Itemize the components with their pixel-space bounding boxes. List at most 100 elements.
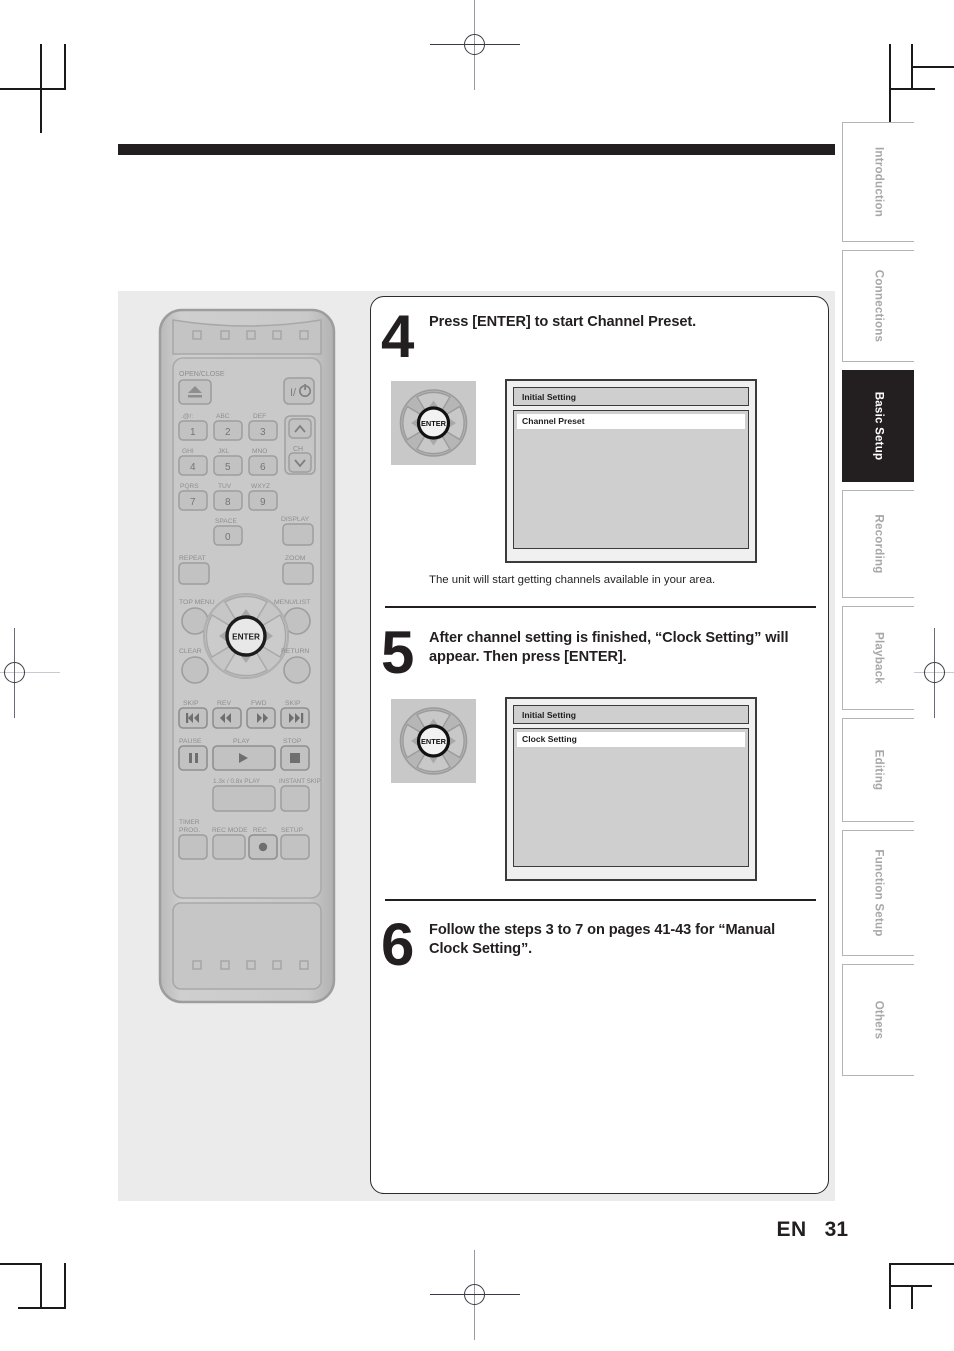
svg-text:TOP MENU: TOP MENU [179, 599, 215, 606]
svg-text:4: 4 [190, 462, 196, 473]
sidebar-item-basic-setup[interactable]: Basic Setup [842, 370, 914, 482]
step-6-number: 6 [381, 911, 414, 978]
svg-text:5: 5 [225, 462, 231, 473]
language-code: EN [776, 1218, 807, 1241]
registration-mark-left [0, 628, 60, 718]
crop-mark-bottom-left-h [0, 1263, 42, 1265]
svg-text:ENTER: ENTER [421, 737, 447, 746]
sidebar-item-recording[interactable]: Recording [842, 490, 914, 598]
step-4-osd-title: Initial Setting [513, 387, 749, 406]
step-4-title: Press [ENTER] to start Channel Preset. [429, 314, 697, 330]
svg-text:9: 9 [260, 497, 266, 508]
step-4-number: 4 [381, 303, 414, 370]
sidebar-item-label: Connections [872, 269, 885, 343]
page-header-rule [118, 144, 835, 155]
crop-mark-bottom-left-v2 [64, 1263, 66, 1309]
step-4-dpad-enter-icon: ENTER [391, 381, 476, 465]
svg-text:0: 0 [225, 532, 231, 543]
step-6-title: Follow the steps 3 to 7 on pages 41-43 f… [429, 922, 776, 957]
svg-text:ZOOM: ZOOM [285, 555, 306, 562]
step-5-osd-selected-row[interactable]: Clock Setting [517, 732, 745, 747]
sidebar-item-playback[interactable]: Playback [842, 606, 914, 710]
svg-text:REV: REV [217, 700, 231, 707]
sidebar-item-others[interactable]: Others [842, 964, 914, 1076]
registration-mark-top [430, 0, 520, 90]
svg-text:I/: I/ [290, 387, 297, 399]
crop-mark-top-left-v [64, 44, 66, 90]
step-5-osd-screen: Initial Setting Clock Setting [505, 697, 757, 881]
page-number: 31 [824, 1218, 848, 1241]
sidebar-item-label: Playback [872, 632, 885, 684]
svg-text:DISPLAY: DISPLAY [281, 516, 310, 523]
step-5-osd-body: Clock Setting [513, 728, 749, 867]
sidebar-item-label: Recording [872, 514, 885, 574]
svg-text:1.3x / 0.8x PLAY: 1.3x / 0.8x PLAY [213, 778, 261, 785]
svg-text:FWD: FWD [251, 700, 267, 707]
remote-control-illustration: OPEN/CLOSE I/ .@/: ABC DEF 1 2 3 CH GHI … [157, 306, 337, 1011]
sidebar-item-editing[interactable]: Editing [842, 718, 914, 822]
svg-text:3: 3 [260, 427, 266, 438]
step-5-dpad-enter-icon: ENTER [391, 699, 476, 783]
svg-text:REC MODE: REC MODE [212, 827, 248, 834]
svg-text:CLEAR: CLEAR [179, 648, 202, 655]
sidebar-item-label: Others [872, 1000, 885, 1040]
step-5-number: 5 [381, 619, 414, 686]
crop-mark-bottom-left-v [40, 1263, 42, 1309]
sidebar-item-connections[interactable]: Connections [842, 250, 914, 362]
svg-text:CH: CH [293, 446, 303, 453]
svg-text:JKL: JKL [218, 448, 230, 455]
svg-text:RETURN: RETURN [281, 648, 309, 655]
svg-text:ENTER: ENTER [232, 633, 260, 642]
steps-card: 4 Press [ENTER] to start Channel Preset.… [370, 296, 829, 1194]
sidebar-item-label: Basic Setup [872, 391, 885, 461]
svg-text:INSTANT SKIP: INSTANT SKIP [279, 778, 321, 785]
svg-text:SKIP: SKIP [285, 700, 301, 707]
crop-mark-bottom-right-h2 [889, 1285, 932, 1287]
svg-text:1: 1 [190, 427, 196, 438]
svg-text:REPEAT: REPEAT [179, 555, 206, 562]
step-divider-2 [385, 899, 816, 901]
page-footer: EN 31 [0, 1218, 848, 1242]
crop-mark-bottom-right-v2 [911, 1285, 913, 1309]
svg-text:REC: REC [253, 827, 267, 834]
svg-text:PQRS: PQRS [180, 483, 199, 490]
svg-text:DEF: DEF [253, 413, 266, 420]
svg-text:ABC: ABC [216, 413, 230, 420]
svg-text:MNO: MNO [252, 448, 267, 455]
step-5-osd-title: Initial Setting [513, 705, 749, 724]
svg-text:SPACE: SPACE [215, 518, 237, 525]
svg-text:GHI: GHI [182, 448, 194, 455]
svg-text:SETUP: SETUP [281, 827, 304, 834]
crop-mark-top-right-h2 [911, 66, 954, 68]
svg-text:STOP: STOP [283, 738, 302, 745]
svg-text:7: 7 [190, 497, 196, 508]
sidebar-item-label: Function Setup [872, 849, 885, 937]
svg-text:PROG.: PROG. [179, 827, 200, 834]
step-5-title: After channel setting is finished, “Cloc… [429, 630, 789, 665]
sidebar-item-label: Editing [872, 749, 885, 791]
registration-mark-bottom [430, 1250, 520, 1340]
svg-text:.@/:: .@/: [181, 413, 193, 420]
step-4-osd-body: Channel Preset [513, 410, 749, 549]
svg-text:6: 6 [260, 462, 266, 473]
svg-text:SKIP: SKIP [183, 700, 199, 707]
sidebar-item-introduction[interactable]: Introduction [842, 122, 914, 242]
registration-mark-right [890, 628, 954, 718]
svg-text:TIMER: TIMER [179, 819, 200, 826]
step-divider-1 [385, 606, 816, 608]
svg-text:8: 8 [225, 497, 231, 508]
svg-text:ENTER: ENTER [421, 419, 447, 428]
crop-mark-top-left-h2 [0, 88, 42, 90]
svg-text:PLAY: PLAY [233, 738, 250, 745]
sidebar-item-label: Introduction [872, 146, 885, 218]
svg-text:MENU/LIST: MENU/LIST [274, 599, 310, 606]
crop-mark-bottom-right-h [889, 1263, 954, 1265]
step-4-osd-screen: Initial Setting Channel Preset [505, 379, 757, 563]
sidebar-item-function-setup[interactable]: Function Setup [842, 830, 914, 956]
svg-text:OPEN/CLOSE: OPEN/CLOSE [179, 371, 225, 378]
svg-text:WXYZ: WXYZ [251, 483, 270, 490]
crop-mark-bottom-left-h2 [18, 1307, 66, 1309]
svg-text:2: 2 [225, 427, 231, 438]
step-4-caption: The unit will start getting channels ava… [429, 574, 716, 586]
step-4-osd-selected-row[interactable]: Channel Preset [517, 414, 745, 429]
